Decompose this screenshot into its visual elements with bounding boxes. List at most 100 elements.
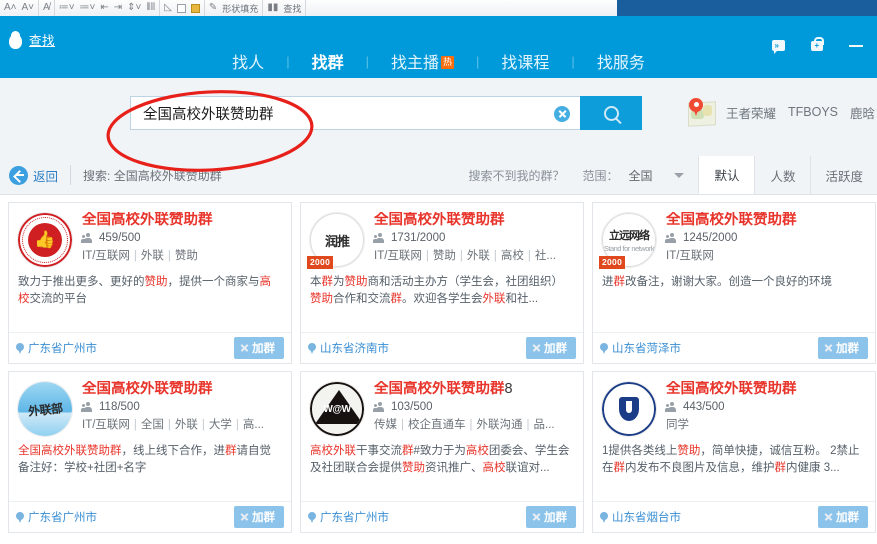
- avatar[interactable]: 立远网络 Stand for network 2000: [601, 212, 657, 268]
- location-pin-icon: [16, 512, 24, 523]
- feedback-icon[interactable]: »: [772, 40, 785, 51]
- toolbar-group-font[interactable]: A˄ A˅: [0, 0, 39, 16]
- group-tag[interactable]: IT/互联网: [82, 250, 130, 262]
- group-result-card[interactable]: 润推 2000 全国高校外联赞助群 1731/2000 IT/互联网|赞助|外联…: [300, 202, 584, 364]
- group-tag[interactable]: 赞助: [433, 250, 456, 262]
- bullet-list-icon[interactable]: ≔˅: [59, 3, 75, 13]
- scope-value[interactable]: 全国: [628, 167, 652, 184]
- card-top: 立远网络 Stand for network 2000 全国高校外联赞助群 12…: [593, 203, 875, 268]
- toolbar-group-format-painter[interactable]: ✎ 形状填充: [205, 0, 263, 16]
- tab-find-people[interactable]: 找人: [210, 49, 286, 73]
- tab-find-anchor[interactable]: 找主播热: [369, 49, 476, 73]
- join-group-button[interactable]: 加群: [818, 337, 868, 359]
- font-shrink-icon[interactable]: A˅: [22, 3, 35, 13]
- group-title[interactable]: 全国高校外联赞助群: [82, 212, 283, 229]
- toolbar-group-highlight[interactable]: A̸: [39, 0, 55, 16]
- avatar[interactable]: 润推 2000: [309, 212, 365, 268]
- group-tag[interactable]: 外联: [141, 250, 164, 262]
- toolbar-group-find[interactable]: ▮▮ 查找: [263, 0, 306, 16]
- columns-icon[interactable]: ⦀⦀: [146, 3, 155, 13]
- tab-find-group[interactable]: 找群: [290, 49, 366, 73]
- clear-icon[interactable]: [554, 106, 570, 122]
- map-pin-icon[interactable]: [686, 98, 716, 126]
- sort-member-count[interactable]: 人数: [754, 156, 810, 194]
- group-tag[interactable]: 传媒: [374, 419, 397, 431]
- group-description: 全国高校外联赞助群，线上线下合作，进群请自觉备注好：学校+社团+名字: [9, 437, 291, 477]
- group-result-card[interactable]: 全国高校外联赞助群 443/500 同学 1提供各类线上赞助，简单快捷，诚信互粉…: [592, 371, 876, 533]
- avatar[interactable]: [601, 381, 657, 437]
- group-location[interactable]: 山东省菏泽市: [600, 340, 681, 356]
- avatar[interactable]: 👍: [17, 212, 73, 268]
- group-title[interactable]: 全国高校外联赞助群8: [374, 381, 575, 398]
- group-tag[interactable]: IT/互联网: [82, 419, 130, 431]
- group-location[interactable]: 山东省烟台市: [600, 509, 681, 525]
- clear-format-icon[interactable]: A̸: [43, 3, 50, 13]
- group-location[interactable]: 广东省广州市: [16, 340, 97, 356]
- group-location[interactable]: 广东省广州市: [16, 509, 97, 525]
- avatar-text: 润推: [325, 231, 349, 250]
- group-tag[interactable]: 高校: [501, 250, 524, 262]
- toolbar-group-shapes[interactable]: ◺: [160, 0, 205, 16]
- group-tag[interactable]: 社...: [535, 250, 556, 262]
- find-icon[interactable]: ▮▮: [267, 3, 278, 13]
- group-title[interactable]: 全国高校外联赞助群: [666, 381, 867, 398]
- tab-find-service[interactable]: 找服务: [575, 49, 667, 73]
- group-result-card[interactable]: 外联部 全国高校外联赞助群 118/500 IT/互联网|全国|外联|大学|高.…: [8, 371, 292, 533]
- lock-icon[interactable]: +: [811, 41, 823, 51]
- join-group-button[interactable]: 加群: [234, 337, 284, 359]
- search-button[interactable]: [580, 96, 642, 130]
- sort-default[interactable]: 默认: [698, 156, 754, 194]
- hot-keyword-2[interactable]: 鹿晗: [850, 103, 875, 122]
- hot-keyword-1[interactable]: TFBOYS: [788, 105, 838, 119]
- group-tag[interactable]: 校企直通车: [408, 419, 466, 431]
- toolbar-group-lists[interactable]: ≔˅ ≔˅ ⇤ ⇥ ⇕˅ ⦀⦀: [55, 0, 161, 16]
- join-group-button[interactable]: 加群: [234, 506, 284, 528]
- shape-outline-icon[interactable]: [177, 4, 186, 13]
- group-tag[interactable]: 全国: [141, 419, 164, 431]
- search-input[interactable]: [141, 104, 540, 122]
- group-tag[interactable]: IT/互联网: [666, 250, 714, 262]
- indent-decrease-icon[interactable]: ⇤: [100, 3, 108, 13]
- font-grow-icon[interactable]: A˄: [4, 3, 17, 13]
- hot-keyword-0[interactable]: 王者荣耀: [726, 103, 776, 122]
- group-tag[interactable]: 赞助: [175, 250, 198, 262]
- group-title[interactable]: 全国高校外联赞助群: [374, 212, 575, 229]
- group-tag[interactable]: IT/互联网: [374, 250, 422, 262]
- group-tag[interactable]: 外联: [175, 419, 198, 431]
- group-tag[interactable]: 外联: [467, 250, 490, 262]
- avatar[interactable]: W@W: [309, 381, 365, 437]
- chevron-down-icon[interactable]: [674, 173, 684, 178]
- tab-find-course[interactable]: 找课程: [479, 49, 571, 73]
- group-location[interactable]: 广东省广州市: [308, 509, 389, 525]
- back-button[interactable]: 返回: [9, 166, 58, 185]
- shape-curve-icon[interactable]: ◺: [164, 3, 172, 13]
- group-tag[interactable]: 外联沟通: [477, 419, 523, 431]
- sort-activity[interactable]: 活跃度: [810, 156, 877, 194]
- join-group-button[interactable]: 加群: [818, 506, 868, 528]
- shape-fill-color-icon[interactable]: [191, 4, 200, 13]
- group-title[interactable]: 全国高校外联赞助群: [82, 381, 283, 398]
- line-spacing-icon[interactable]: ⇕˅: [127, 3, 141, 13]
- group-tag[interactable]: 高...: [243, 419, 264, 431]
- join-group-button[interactable]: 加群: [526, 506, 576, 528]
- minimize-icon[interactable]: [849, 45, 863, 47]
- group-tag[interactable]: 同学: [666, 419, 689, 431]
- group-result-card[interactable]: 立远网络 Stand for network 2000 全国高校外联赞助群 12…: [592, 202, 876, 364]
- number-list-icon[interactable]: ≔˅: [80, 3, 96, 13]
- group-result-card[interactable]: 👍 全国高校外联赞助群 459/500 IT/互联网|外联|赞助 致力于推出更多…: [8, 202, 292, 364]
- cant-find-group-link[interactable]: 搜索不到我的群？: [468, 167, 564, 184]
- format-painter-icon[interactable]: ✎: [209, 3, 217, 13]
- group-tag[interactable]: 品...: [534, 419, 555, 431]
- tag-separator: |: [236, 419, 239, 431]
- search-box[interactable]: [130, 96, 580, 130]
- group-location[interactable]: 山东省济南市: [308, 340, 389, 356]
- avatar-text: 外联部: [27, 399, 63, 420]
- join-group-button[interactable]: 加群: [526, 337, 576, 359]
- indent-increase-icon[interactable]: ⇥: [114, 3, 122, 13]
- group-result-card[interactable]: W@W 全国高校外联赞助群8 103/500 传媒|校企直通车|外联沟通|品..…: [300, 371, 584, 533]
- group-title[interactable]: 全国高校外联赞助群: [666, 212, 867, 229]
- shape-fill-label[interactable]: 形状填充: [222, 2, 258, 15]
- group-tag[interactable]: 大学: [209, 419, 232, 431]
- avatar[interactable]: 外联部: [17, 381, 73, 437]
- find-label[interactable]: 查找: [283, 2, 301, 15]
